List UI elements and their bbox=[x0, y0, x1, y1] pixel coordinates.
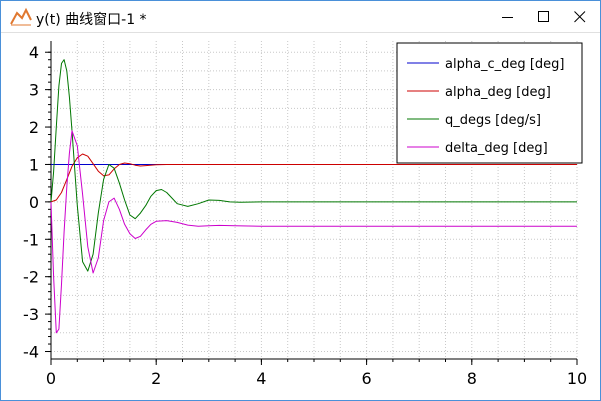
x-tick-label: 0 bbox=[46, 369, 56, 388]
x-tick-label: 2 bbox=[151, 369, 161, 388]
y-tick-label: 0 bbox=[29, 193, 39, 212]
y-tick-label: -3 bbox=[23, 305, 39, 324]
x-tick-label: 8 bbox=[467, 369, 477, 388]
legend-label: q_degs [deg/s] bbox=[445, 113, 541, 128]
y-tick-label: 2 bbox=[29, 118, 39, 137]
minimize-button[interactable] bbox=[490, 1, 526, 32]
minimize-icon bbox=[502, 17, 513, 18]
y-tick-label: 4 bbox=[29, 43, 39, 62]
legend-label: alpha_deg [deg] bbox=[445, 85, 551, 100]
plot-window: y(t) 曲线窗口-1 * -4 -3 -2 -1 0 1 2 3 4 0 2 4 6 8 10 alpha_… bbox=[0, 0, 601, 401]
window-title: y(t) 曲线窗口-1 * bbox=[36, 12, 147, 28]
y-tick-label: 3 bbox=[29, 81, 39, 100]
line-chart[interactable]: -4 -3 -2 -1 0 1 2 3 4 0 2 4 6 8 10 alpha_c_deg [deg] alp… bbox=[2, 33, 599, 399]
title-bar[interactable]: y(t) 曲线窗口-1 * bbox=[1, 1, 600, 33]
y-tick-label: -4 bbox=[23, 343, 39, 362]
legend-label: alpha_c_deg [deg] bbox=[445, 57, 564, 72]
y-tick-label: -2 bbox=[23, 268, 39, 287]
close-icon bbox=[574, 11, 586, 23]
y-tick-label: 1 bbox=[29, 155, 39, 174]
maximize-icon bbox=[538, 11, 549, 22]
close-button[interactable] bbox=[562, 1, 598, 32]
x-tick-label: 4 bbox=[256, 369, 266, 388]
legend-label: delta_deg [deg] bbox=[445, 141, 548, 156]
maximize-button[interactable] bbox=[526, 1, 562, 32]
x-tick-label: 6 bbox=[362, 369, 372, 388]
x-tick-label: 10 bbox=[567, 369, 587, 388]
y-tick-label: -1 bbox=[23, 230, 39, 249]
chart-line-icon bbox=[10, 7, 32, 26]
